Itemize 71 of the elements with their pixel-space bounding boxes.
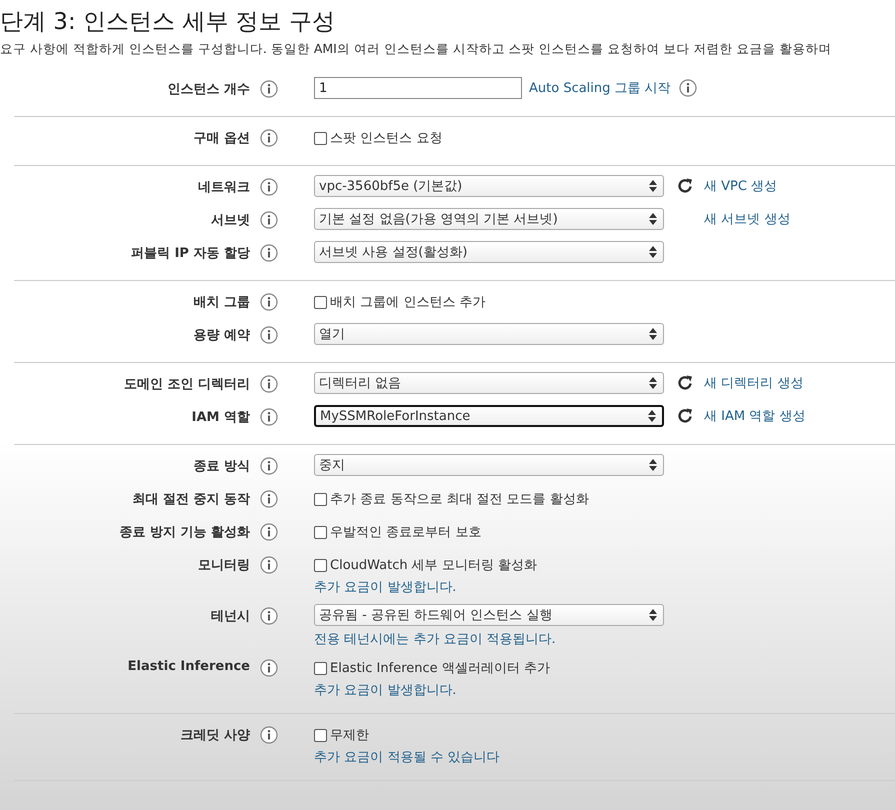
field-label: IAM 역할	[190, 409, 250, 426]
dropdown[interactable]: 공유됨 - 공유된 하드웨어 인스턴스 실행	[314, 604, 664, 626]
field-label: Elastic Inference	[126, 658, 250, 674]
field-label: 배치 그룹	[192, 294, 250, 311]
field-label: 크레딧 사양	[179, 727, 250, 744]
select-arrows-icon	[649, 246, 657, 258]
field-label: 퍼블릭 IP 자동 할당	[130, 245, 250, 262]
info-icon[interactable]	[260, 129, 278, 147]
dropdown[interactable]: 중지	[314, 454, 664, 476]
info-icon[interactable]	[260, 726, 278, 744]
info-icon[interactable]	[260, 244, 278, 262]
checkbox-option[interactable]: 스팟 인스턴스 요청	[314, 126, 442, 147]
field-label: 용량 예약	[192, 327, 250, 344]
info-icon[interactable]	[260, 375, 278, 393]
dropdown[interactable]: 기본 설정 없음(가용 영역의 기본 서브넷)	[314, 208, 664, 230]
checkbox-option[interactable]: CloudWatch 세부 모니터링 활성화	[314, 553, 538, 574]
dropdown[interactable]: 디렉터리 없음	[314, 372, 664, 394]
create-link[interactable]: 새 서브넷 생성	[704, 210, 790, 228]
field-label: 최대 절전 중지 동작	[131, 491, 250, 508]
page-title: 단계 3: 인스턴스 세부 정보 구성	[0, 8, 336, 37]
info-icon[interactable]	[260, 457, 278, 475]
info-icon[interactable]	[260, 326, 278, 344]
fee-note: 전용 테넌시에는 추가 요금이 적용됩니다.	[314, 631, 556, 648]
checkbox-option[interactable]: 배치 그룹에 인스턴스 추가	[314, 290, 486, 311]
dropdown[interactable]: MySSMRoleForInstance	[314, 405, 664, 427]
refresh-icon[interactable]	[676, 407, 694, 425]
select-arrows-icon	[649, 213, 657, 225]
info-icon[interactable]	[260, 490, 278, 508]
info-icon[interactable]	[260, 607, 278, 625]
select-arrows-icon	[649, 328, 657, 340]
fee-note: 추가 요금이 발생합니다.	[314, 579, 456, 596]
create-link[interactable]: 새 디렉터리 생성	[704, 374, 804, 392]
info-icon[interactable]	[260, 659, 278, 677]
info-icon[interactable]	[678, 79, 697, 97]
select-arrows-icon	[649, 377, 657, 389]
checkbox-option[interactable]: 무제한	[314, 723, 369, 744]
checkbox-option[interactable]: 추가 종료 동작으로 최대 절전 모드를 활성화	[314, 487, 589, 508]
create-link[interactable]: Auto Scaling 그룹 시작	[529, 79, 671, 97]
field-label: 모니터링	[197, 557, 250, 574]
refresh-icon[interactable]	[676, 177, 694, 195]
field-label: 인스턴스 개수	[166, 81, 250, 98]
select-arrows-icon	[649, 609, 657, 621]
select-arrows-icon	[649, 180, 657, 192]
info-icon[interactable]	[260, 80, 278, 98]
refresh-icon[interactable]	[676, 374, 694, 392]
info-icon[interactable]	[260, 408, 278, 426]
fee-note: 추가 요금이 발생합니다.	[314, 682, 456, 699]
page-description: 요구 사항에 적합하게 인스턴스를 구성합니다. 동일한 AMI의 여러 인스턴스를 시작하고 스팟 인스턴스를 요청하여 보다 저렴한 요금을 활용하며	[0, 41, 833, 58]
text-field[interactable]: 1	[314, 77, 522, 99]
field-label: 구매 옵션	[192, 130, 250, 147]
field-label: 서브넷	[210, 212, 250, 229]
checkbox-option[interactable]: Elastic Inference 액셀러레이터 추가	[314, 656, 550, 677]
field-label: 종료 방지 기능 활성화	[118, 524, 250, 541]
create-link[interactable]: 새 IAM 역할 생성	[704, 407, 806, 425]
info-icon[interactable]	[260, 556, 278, 574]
info-icon[interactable]	[260, 211, 278, 229]
select-arrows-icon	[648, 410, 656, 422]
field-label: 네트워크	[197, 179, 250, 196]
fee-note: 추가 요금이 적용될 수 있습니다	[314, 749, 500, 766]
dropdown[interactable]: vpc-3560bf5e (기본값)	[314, 175, 664, 197]
field-label: 도메인 조인 디렉터리	[122, 376, 250, 393]
info-icon[interactable]	[260, 178, 278, 196]
checkbox-option[interactable]: 우발적인 종료로부터 보호	[314, 520, 482, 541]
create-link[interactable]: 새 VPC 생성	[704, 177, 778, 195]
field-label: 종료 방식	[192, 458, 250, 475]
info-icon[interactable]	[260, 293, 278, 311]
dropdown[interactable]: 서브넷 사용 설정(활성화)	[314, 241, 664, 263]
field-label: 테넌시	[210, 608, 250, 625]
select-arrows-icon	[649, 459, 657, 471]
dropdown[interactable]: 열기	[314, 323, 664, 345]
info-icon[interactable]	[260, 523, 278, 541]
